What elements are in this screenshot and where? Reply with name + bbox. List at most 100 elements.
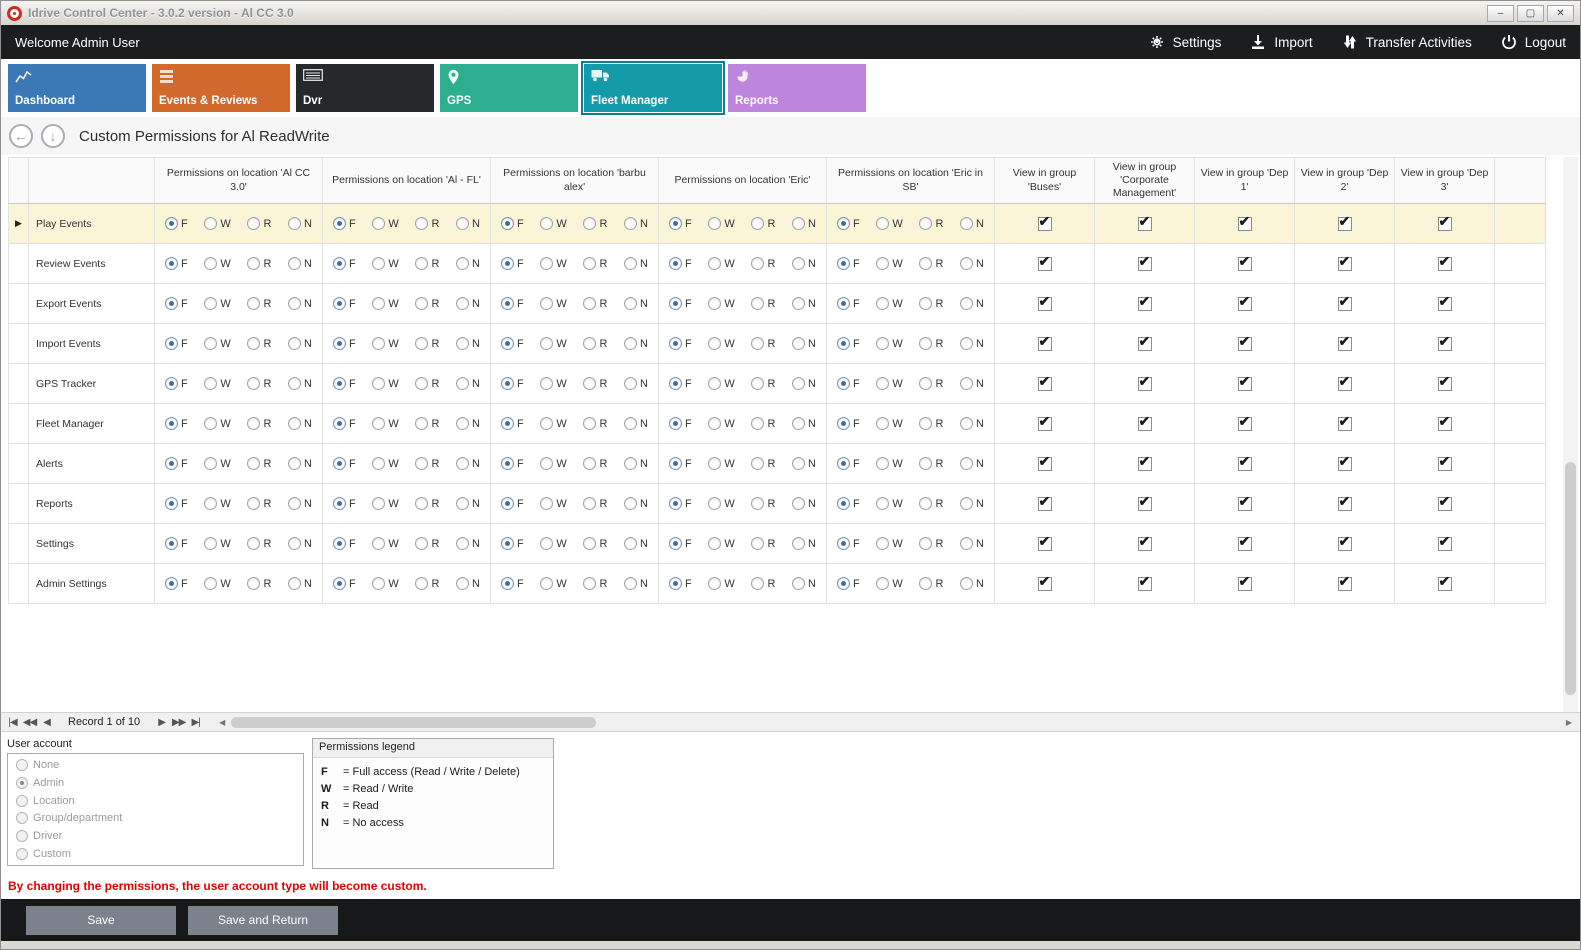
permission-radio-input-w[interactable] [204,457,217,470]
permission-radio-f[interactable]: F [333,297,356,310]
permission-radio-input-r[interactable] [919,217,932,230]
permission-radio-f[interactable]: F [837,497,860,510]
group-view-checkbox[interactable] [1438,377,1452,391]
permission-radio-f[interactable]: F [333,417,356,430]
user-account-radio-custom[interactable] [16,848,28,860]
permission-radio-n[interactable]: N [792,577,816,590]
permission-radio-r[interactable]: R [919,577,943,590]
permission-radio-f[interactable]: F [501,457,524,470]
permission-radio-input-w[interactable] [372,217,385,230]
permission-radio-f[interactable]: F [165,417,188,430]
tab-events[interactable]: Events & Reviews [152,64,290,112]
user-account-option-none[interactable]: None [16,759,295,771]
permission-radio-input-r[interactable] [583,577,596,590]
group-view-checkbox[interactable] [1238,337,1252,351]
permission-radio-input-w[interactable] [876,297,889,310]
group-view-checkbox[interactable] [1438,297,1452,311]
permission-radio-w[interactable]: W [540,297,566,310]
permission-radio-w[interactable]: W [204,257,230,270]
group-view-checkbox[interactable] [1438,417,1452,431]
permission-radio-f[interactable]: F [837,457,860,470]
permission-radio-w[interactable]: W [372,297,398,310]
permission-radio-input-n[interactable] [792,497,805,510]
permission-radio-w[interactable]: W [540,377,566,390]
permission-radio-f[interactable]: F [669,337,692,350]
group-view-checkbox[interactable] [1038,457,1052,471]
permission-radio-input-w[interactable] [372,577,385,590]
group-view-checkbox[interactable] [1138,417,1152,431]
permission-radio-w[interactable]: W [876,497,902,510]
permission-radio-input-w[interactable] [540,577,553,590]
permission-radio-input-w[interactable] [204,537,217,550]
scroll-right-icon[interactable]: ▶ [1562,718,1576,727]
permission-radio-w[interactable]: W [708,497,734,510]
permission-radio-input-r[interactable] [247,417,260,430]
permission-radio-input-r[interactable] [919,457,932,470]
permission-radio-n[interactable]: N [288,257,312,270]
permission-radio-r[interactable]: R [415,417,439,430]
permission-radio-input-f[interactable] [333,497,346,510]
permission-radio-n[interactable]: N [456,577,480,590]
permission-radio-r[interactable]: R [583,257,607,270]
permission-radio-input-f[interactable] [501,497,514,510]
permission-radio-w[interactable]: W [204,417,230,430]
group-view-checkbox[interactable] [1038,537,1052,551]
permission-radio-f[interactable]: F [837,417,860,430]
permission-radio-w[interactable]: W [708,417,734,430]
permission-radio-input-w[interactable] [708,577,721,590]
user-account-radio-driver[interactable] [16,830,28,842]
permission-radio-n[interactable]: N [624,457,648,470]
permission-radio-w[interactable]: W [708,337,734,350]
tab-dashboard[interactable]: Dashboard [8,64,146,112]
permission-radio-f[interactable]: F [333,217,356,230]
group-view-checkbox[interactable] [1338,257,1352,271]
permission-radio-n[interactable]: N [960,497,984,510]
grid-row-play-events[interactable]: ▶Play EventsFWRNFWRNFWRNFWRNFWRN [9,204,1546,244]
permission-radio-input-w[interactable] [708,497,721,510]
group-view-checkbox[interactable] [1038,497,1052,511]
permission-radio-input-f[interactable] [501,217,514,230]
permission-radio-n[interactable]: N [792,297,816,310]
permission-radio-input-f[interactable] [669,457,682,470]
permission-radio-r[interactable]: R [751,457,775,470]
group-view-checkbox[interactable] [1338,537,1352,551]
permission-radio-f[interactable]: F [501,217,524,230]
permission-radio-f[interactable]: F [333,257,356,270]
permission-radio-input-n[interactable] [792,537,805,550]
permission-radio-f[interactable]: F [837,257,860,270]
grid-row-alerts[interactable]: AlertsFWRNFWRNFWRNFWRNFWRN [9,444,1546,484]
permission-radio-n[interactable]: N [624,297,648,310]
group-view-checkbox[interactable] [1138,497,1152,511]
prev-record-button[interactable]: ◀ [39,717,54,728]
group-view-checkbox[interactable] [1338,497,1352,511]
group-view-checkbox[interactable] [1438,577,1452,591]
permission-radio-input-f[interactable] [333,377,346,390]
permission-radio-input-r[interactable] [583,377,596,390]
permission-radio-f[interactable]: F [669,217,692,230]
permission-radio-n[interactable]: N [960,377,984,390]
permission-radio-r[interactable]: R [919,497,943,510]
permission-radio-input-r[interactable] [751,537,764,550]
permission-radio-w[interactable]: W [876,577,902,590]
tab-fleet[interactable]: Fleet Manager [584,64,722,112]
permission-radio-input-r[interactable] [415,497,428,510]
permission-radio-input-n[interactable] [624,377,637,390]
scroll-left-icon[interactable]: ◀ [215,718,229,727]
logout-button[interactable]: Logout [1500,33,1566,51]
permission-radio-r[interactable]: R [919,217,943,230]
permission-radio-input-r[interactable] [751,257,764,270]
permission-radio-w[interactable]: W [372,497,398,510]
permission-radio-f[interactable]: F [669,377,692,390]
permission-radio-w[interactable]: W [708,577,734,590]
permission-radio-input-r[interactable] [247,337,260,350]
permission-radio-input-w[interactable] [372,377,385,390]
permission-radio-input-r[interactable] [751,297,764,310]
permission-radio-input-r[interactable] [583,217,596,230]
group-view-checkbox[interactable] [1238,217,1252,231]
group-view-checkbox[interactable] [1038,577,1052,591]
grid-row-export-events[interactable]: Export EventsFWRNFWRNFWRNFWRNFWRN [9,284,1546,324]
permission-radio-f[interactable]: F [501,417,524,430]
permission-radio-input-r[interactable] [919,297,932,310]
permission-radio-n[interactable]: N [960,537,984,550]
permission-radio-input-n[interactable] [792,337,805,350]
